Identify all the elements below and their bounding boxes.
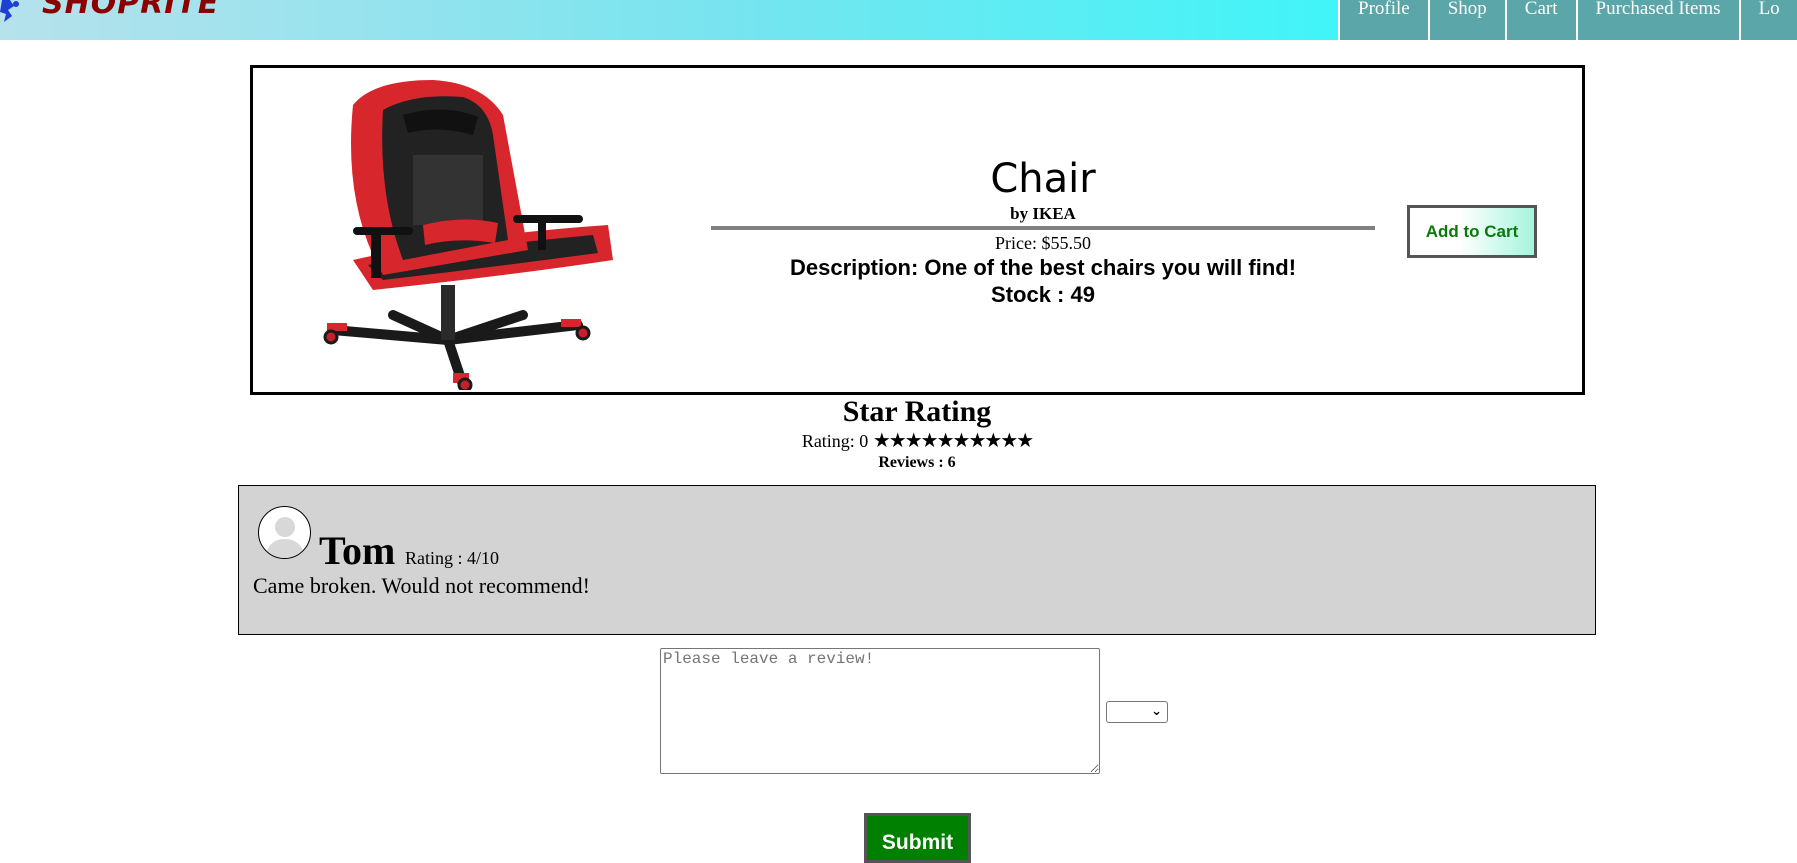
chevron-down-icon: ⌄ [1151,704,1162,719]
product-info: Chair by IKEA Price: $55.50 Description:… [683,156,1403,308]
product-price: Price: $55.50 [995,233,1091,253]
review-input[interactable] [660,648,1100,774]
nav-cart[interactable]: Cart [1504,0,1576,40]
rating-label: Rating: 0 [801,431,869,451]
star-icon[interactable]: ★ [889,428,907,452]
nav-profile[interactable]: Profile [1338,0,1428,40]
review-rating: Rating : 4/10 [405,548,499,568]
user-silhouette-icon [265,517,305,558]
star-icon[interactable]: ★ [953,428,971,452]
reviews-count: Reviews : 6 [878,454,956,471]
star-icon[interactable]: ★ [968,428,986,452]
star-icon[interactable]: ★ [1000,428,1018,452]
star-icon[interactable]: ★ [905,428,923,452]
star-icon[interactable]: ★ [921,428,939,452]
logo-text[interactable]: SHOPRITE [42,0,219,21]
rating-title: Star Rating [842,395,992,428]
star-icon[interactable]: ★ [937,428,955,452]
nav-purchased-items[interactable]: Purchased Items [1575,0,1739,40]
rating-select[interactable]: ⌄ [1106,701,1168,723]
rating-line: Rating: 0 ★★★★★★★★★★ [0,429,1797,452]
product-image [323,80,613,390]
product-name: Chair [990,156,1096,202]
product-divider [711,226,1375,230]
review-text: Came broken. Would not recommend! [253,573,590,598]
star-row: ★★★★★★★★★★ [873,428,1034,452]
logo-icon [0,0,19,22]
star-icon[interactable]: ★ [984,428,1002,452]
rating-section: Star Rating Rating: 0 ★★★★★★★★★★ Reviews… [0,395,1797,472]
product-description: Description: One of the best chairs you … [789,255,1297,280]
submit-button[interactable]: Submit [864,813,971,863]
star-icon[interactable]: ★ [1016,428,1034,452]
avatar [258,506,311,559]
product-brand: by IKEA [1010,204,1076,223]
top-bar: SHOPRITE Profile Shop Cart Purchased Ite… [0,0,1797,40]
nav-bar: Profile Shop Cart Purchased Items Lo [1338,0,1797,40]
add-to-cart-button[interactable]: Add to Cart [1407,205,1537,258]
product-stock: Stock : 49 [991,282,1095,307]
nav-logout[interactable]: Lo [1738,0,1797,40]
review-card: Tom Rating : 4/10 Came broken. Would not… [238,485,1596,635]
product-card: Chair by IKEA Price: $55.50 Description:… [250,65,1585,395]
star-icon[interactable]: ★ [873,428,891,452]
nav-shop[interactable]: Shop [1427,0,1505,40]
reviewer-name: Tom [319,528,396,573]
